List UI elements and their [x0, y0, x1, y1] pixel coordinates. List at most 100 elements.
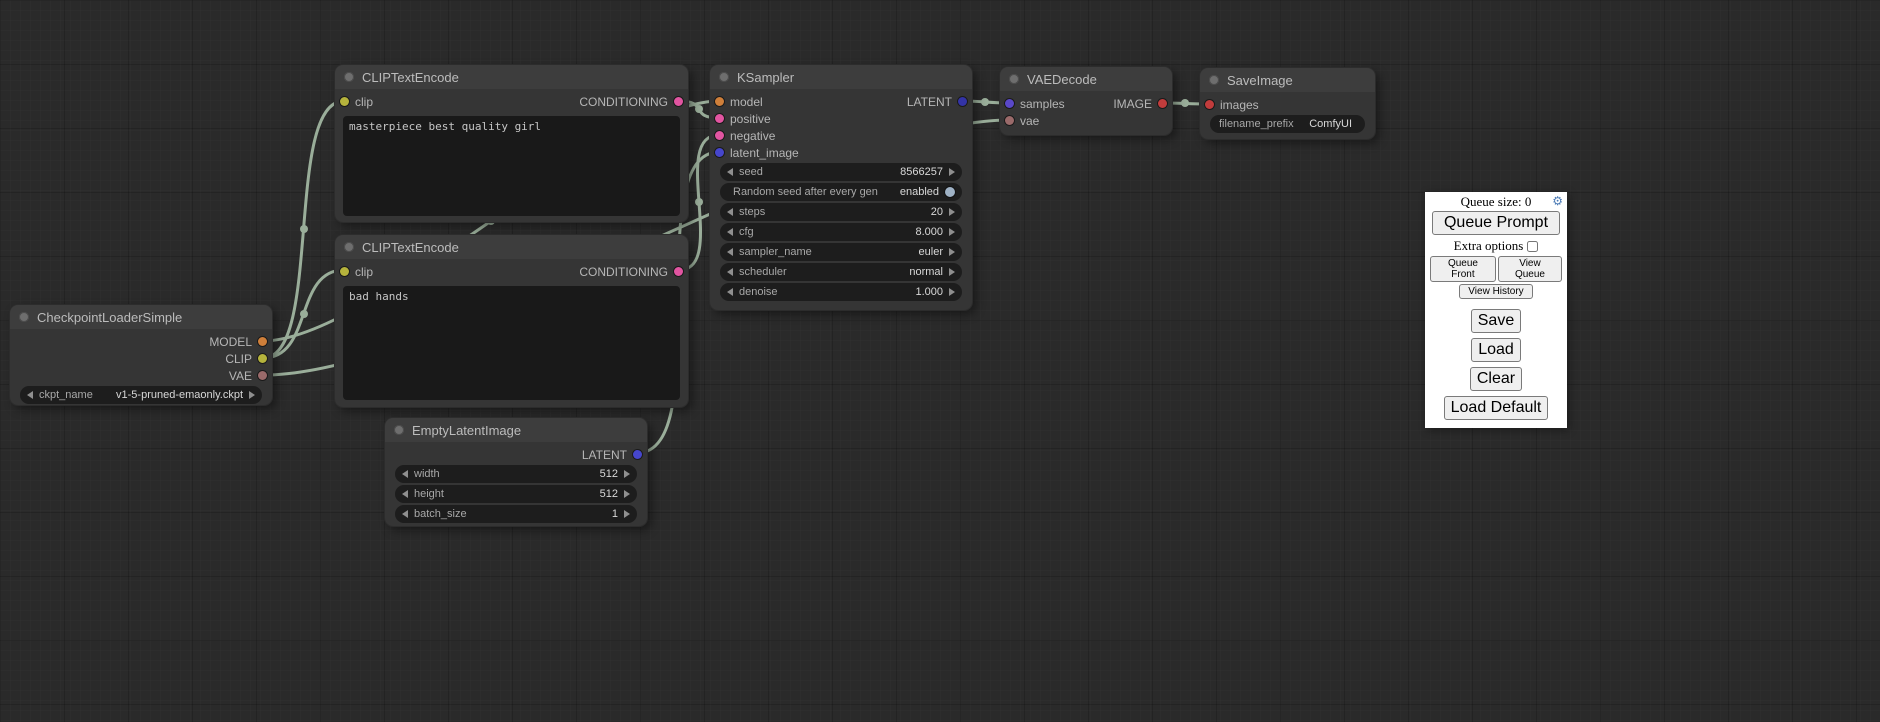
prev-option-arrow-icon[interactable] [727, 248, 733, 256]
input-label-negative: negative [730, 129, 775, 143]
comfy-menu-panel: Queue size: 0 ⚙ Queue Prompt Extra optio… [1425, 192, 1567, 428]
node-clip-text-encode-negative[interactable]: CLIPTextEncode clip CONDITIONING bad han… [335, 235, 688, 407]
widget-label: batch_size [414, 508, 467, 520]
node-title-bar[interactable]: SaveImage [1200, 68, 1375, 92]
output-slot-clip[interactable] [258, 354, 267, 363]
output-slot-image[interactable] [1158, 99, 1167, 108]
node-title-bar[interactable]: CLIPTextEncode [335, 65, 688, 89]
input-label-vae: vae [1020, 114, 1039, 128]
input-label-clip: clip [355, 265, 373, 279]
node-title-bar[interactable]: CLIPTextEncode [335, 235, 688, 259]
input-label-positive: positive [730, 112, 771, 126]
node-checkpoint-loader-simple[interactable]: CheckpointLoaderSimple MODEL CLIP VAE ck… [10, 305, 272, 405]
input-label-clip: clip [355, 95, 373, 109]
widget-batch-size[interactable]: batch_size 1 [395, 505, 637, 523]
negative-prompt-textarea[interactable]: bad hands [343, 286, 680, 400]
widget-steps[interactable]: steps 20 [720, 203, 962, 221]
widget-label: cfg [739, 226, 754, 238]
node-collapse-icon[interactable] [719, 72, 729, 82]
increment-arrow-icon[interactable] [624, 490, 630, 498]
input-slot-vae[interactable] [1005, 116, 1014, 125]
input-slot-clip[interactable] [340, 97, 349, 106]
queue-front-button[interactable]: Queue Front [1430, 256, 1496, 282]
increment-arrow-icon[interactable] [949, 168, 955, 176]
output-slot-conditioning[interactable] [674, 267, 683, 276]
node-title-bar[interactable]: CheckpointLoaderSimple [10, 305, 272, 329]
widget-ckpt-name[interactable]: ckpt_name v1-5-pruned-emaonly.ckpt [20, 386, 262, 404]
input-label-latent-image: latent_image [730, 146, 799, 160]
input-slot-latent-image[interactable] [715, 148, 724, 157]
node-title: EmptyLatentImage [412, 423, 521, 438]
input-slot-positive[interactable] [715, 114, 724, 123]
node-vae-decode[interactable]: VAEDecode samples IMAGE vae [1000, 67, 1172, 135]
next-option-arrow-icon[interactable] [949, 268, 955, 276]
queue-size-label: Queue size: 0 [1461, 194, 1532, 209]
output-slot-latent[interactable] [633, 450, 642, 459]
node-title-bar[interactable]: KSampler [710, 65, 972, 89]
view-history-button[interactable]: View History [1459, 284, 1533, 299]
input-slot-negative[interactable] [715, 131, 724, 140]
decrement-arrow-icon[interactable] [402, 510, 408, 518]
decrement-arrow-icon[interactable] [27, 391, 33, 399]
prev-option-arrow-icon[interactable] [727, 268, 733, 276]
decrement-arrow-icon[interactable] [727, 208, 733, 216]
widget-filename-prefix[interactable]: filename_prefix ComfyUI [1210, 115, 1365, 133]
decrement-arrow-icon[interactable] [727, 288, 733, 296]
node-clip-text-encode-positive[interactable]: CLIPTextEncode clip CONDITIONING masterp… [335, 65, 688, 222]
node-collapse-icon[interactable] [344, 242, 354, 252]
increment-arrow-icon[interactable] [624, 510, 630, 518]
decrement-arrow-icon[interactable] [402, 490, 408, 498]
settings-gear-icon[interactable]: ⚙ [1552, 194, 1563, 208]
widget-denoise[interactable]: denoise 1.000 [720, 283, 962, 301]
widget-value: 512 [600, 488, 618, 500]
queue-prompt-button[interactable]: Queue Prompt [1432, 211, 1560, 235]
widget-height[interactable]: height 512 [395, 485, 637, 503]
input-slot-model[interactable] [715, 97, 724, 106]
node-collapse-icon[interactable] [19, 312, 29, 322]
widget-cfg[interactable]: cfg 8.000 [720, 223, 962, 241]
widget-sampler-name[interactable]: sampler_name euler [720, 243, 962, 261]
input-slot-samples[interactable] [1005, 99, 1014, 108]
node-collapse-icon[interactable] [1009, 74, 1019, 84]
node-collapse-icon[interactable] [344, 72, 354, 82]
input-slot-images[interactable] [1205, 100, 1214, 109]
node-empty-latent-image[interactable]: EmptyLatentImage LATENT width 512 height… [385, 418, 647, 526]
positive-prompt-textarea[interactable]: masterpiece best quality girl [343, 116, 680, 216]
increment-arrow-icon[interactable] [249, 391, 255, 399]
node-title: CheckpointLoaderSimple [37, 310, 182, 325]
increment-arrow-icon[interactable] [624, 470, 630, 478]
node-save-image[interactable]: SaveImage images filename_prefix ComfyUI [1200, 68, 1375, 139]
load-default-button[interactable]: Load Default [1444, 396, 1549, 420]
node-title-bar[interactable]: EmptyLatentImage [385, 418, 647, 442]
increment-arrow-icon[interactable] [949, 228, 955, 236]
node-collapse-icon[interactable] [1209, 75, 1219, 85]
toggle-indicator-icon[interactable] [945, 187, 955, 197]
increment-arrow-icon[interactable] [949, 208, 955, 216]
output-slot-conditioning[interactable] [674, 97, 683, 106]
extra-options-checkbox[interactable] [1527, 241, 1538, 252]
widget-random-seed-toggle[interactable]: Random seed after every gen enabled [720, 183, 962, 201]
decrement-arrow-icon[interactable] [402, 470, 408, 478]
input-slot-clip[interactable] [340, 267, 349, 276]
widget-width[interactable]: width 512 [395, 465, 637, 483]
widget-label: Random seed after every gen [733, 186, 878, 198]
next-option-arrow-icon[interactable] [949, 248, 955, 256]
increment-arrow-icon[interactable] [949, 288, 955, 296]
widget-scheduler[interactable]: scheduler normal [720, 263, 962, 281]
output-slot-latent[interactable] [958, 97, 967, 106]
node-title: KSampler [737, 70, 794, 85]
clear-button[interactable]: Clear [1470, 367, 1522, 391]
node-ksampler[interactable]: KSampler model LATENT positive negative … [710, 65, 972, 310]
output-slot-vae[interactable] [258, 371, 267, 380]
decrement-arrow-icon[interactable] [727, 168, 733, 176]
decrement-arrow-icon[interactable] [727, 228, 733, 236]
load-button[interactable]: Load [1471, 338, 1521, 362]
widget-label: sampler_name [739, 246, 812, 258]
widget-value: v1-5-pruned-emaonly.ckpt [116, 389, 243, 401]
output-slot-model[interactable] [258, 337, 267, 346]
widget-seed[interactable]: seed 8566257 [720, 163, 962, 181]
node-collapse-icon[interactable] [394, 425, 404, 435]
node-title-bar[interactable]: VAEDecode [1000, 67, 1172, 91]
view-queue-button[interactable]: View Queue [1498, 256, 1562, 282]
save-button[interactable]: Save [1471, 309, 1521, 333]
